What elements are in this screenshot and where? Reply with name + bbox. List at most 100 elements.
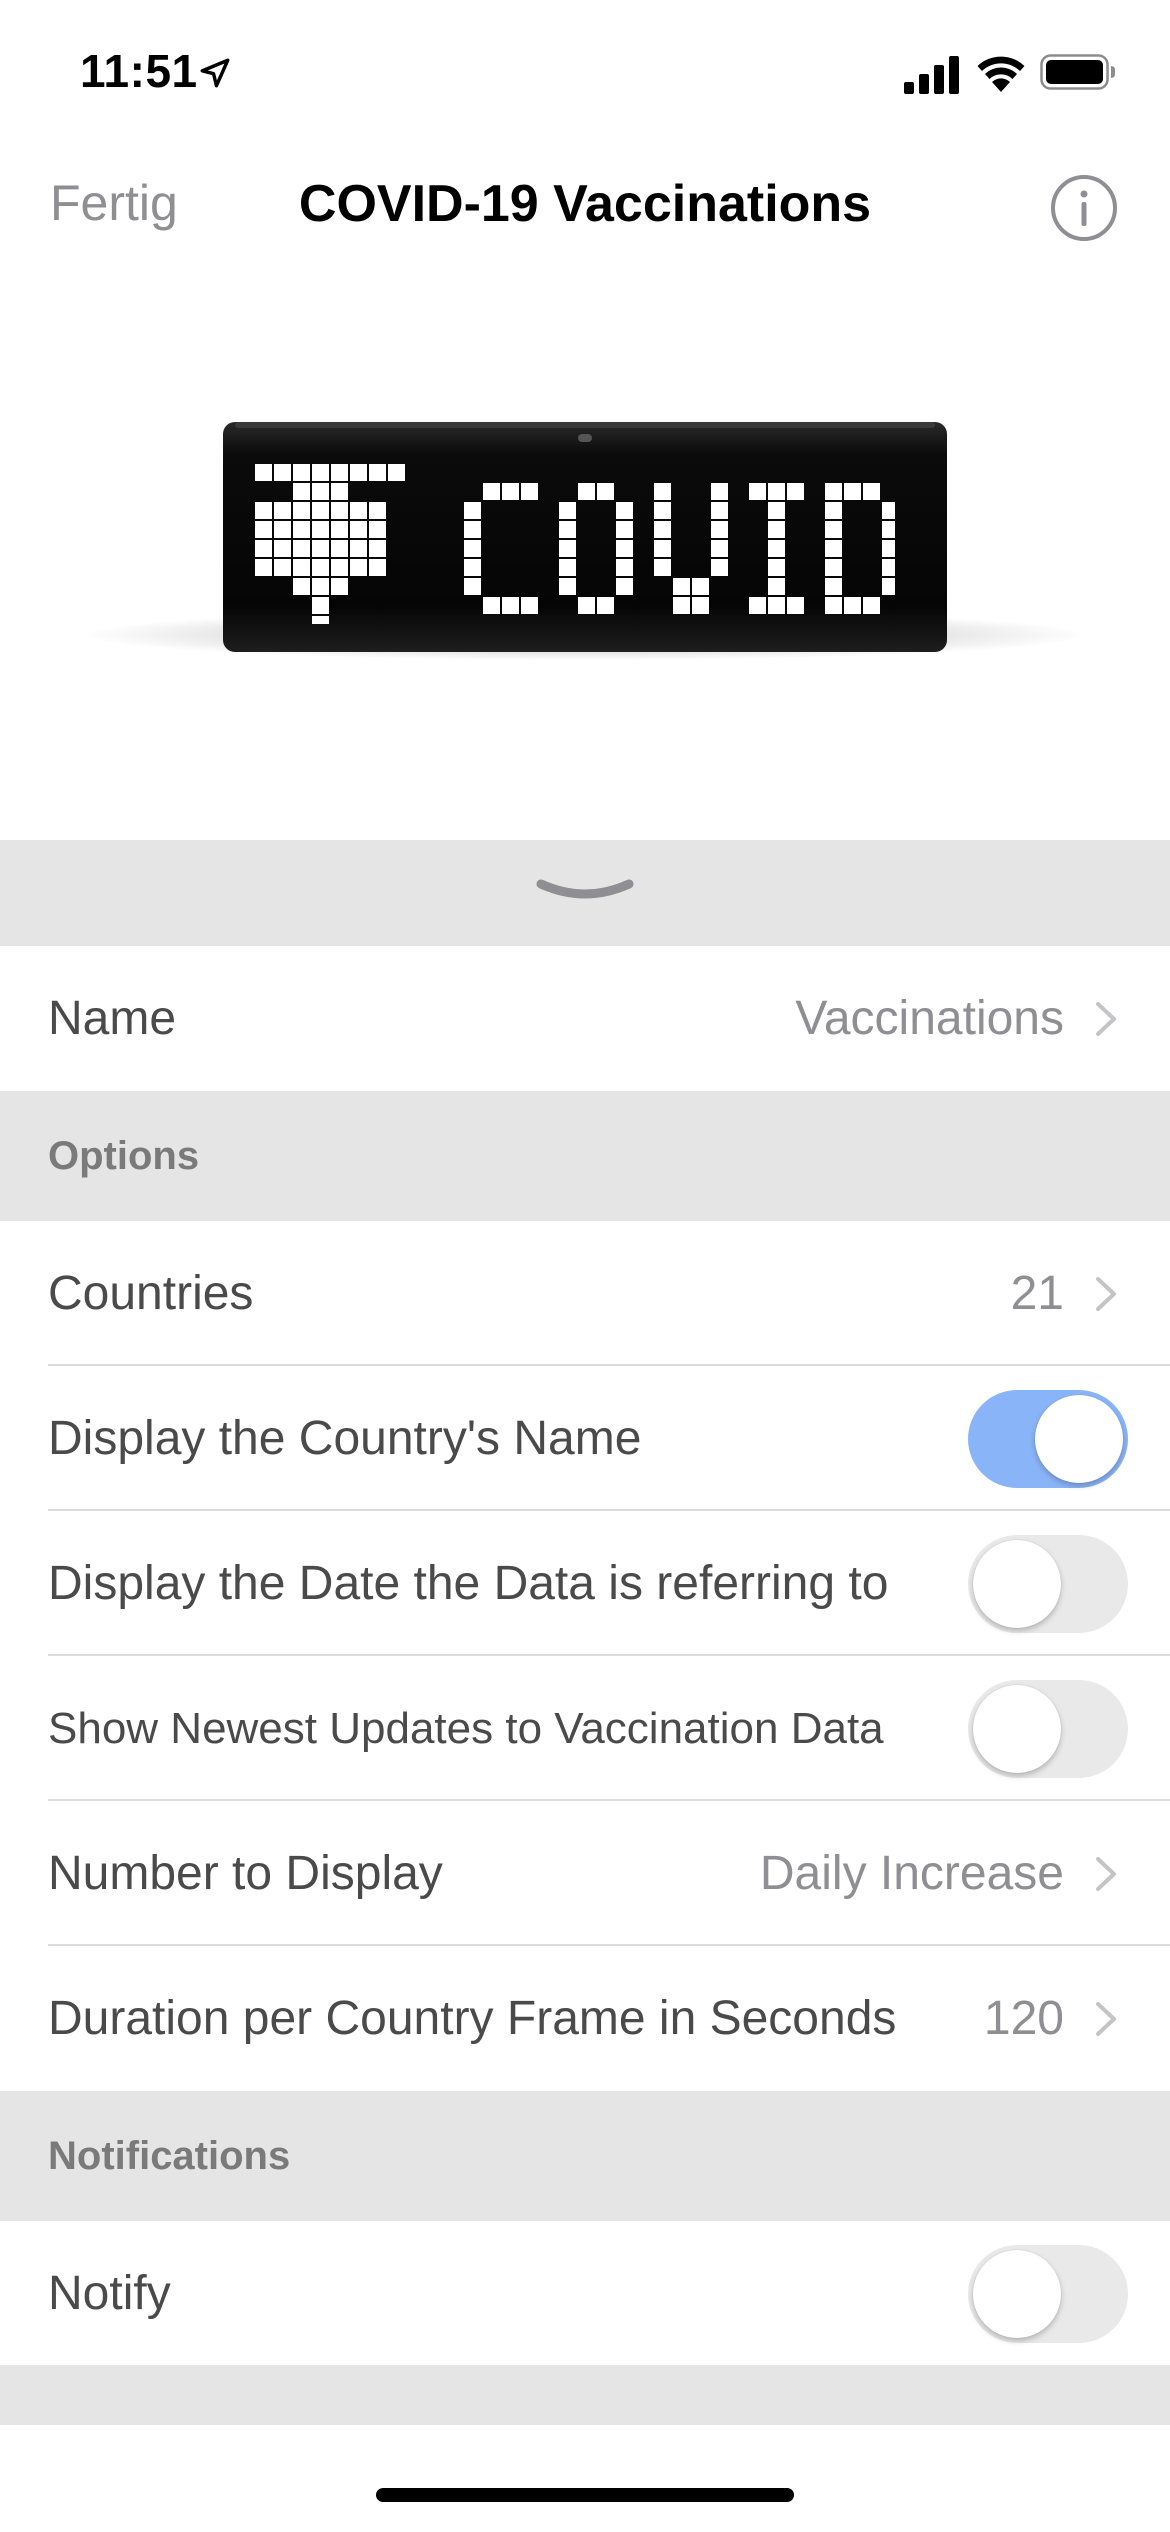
notify-toggle[interactable] bbox=[968, 2245, 1128, 2343]
chevron-down-icon bbox=[536, 879, 634, 899]
display-icon-pixel bbox=[255, 464, 272, 481]
display-icon-pixel bbox=[255, 502, 272, 519]
display-text-pixel bbox=[616, 578, 633, 595]
display-text-pixel bbox=[768, 597, 785, 614]
name-label: Name bbox=[48, 992, 177, 1045]
toggle-knob bbox=[973, 2250, 1061, 2338]
display-text-pixel bbox=[578, 483, 595, 500]
display-icon-pixel bbox=[293, 559, 310, 576]
duration-row[interactable]: Duration per Country Frame in Seconds 12… bbox=[0, 1946, 1170, 2091]
display-icon-pixel bbox=[312, 597, 329, 614]
display-text-pixel bbox=[483, 597, 500, 614]
display-text-pixel bbox=[464, 540, 481, 557]
display-text-pixel bbox=[616, 502, 633, 519]
battery-icon bbox=[1040, 54, 1115, 90]
display-text-pixel bbox=[711, 559, 728, 576]
display-text-pixel bbox=[844, 483, 861, 500]
display-text-pixel bbox=[559, 578, 576, 595]
name-row[interactable]: Name Vaccinations bbox=[0, 946, 1170, 1091]
display-text-pixel bbox=[616, 540, 633, 557]
display-icon-pixel bbox=[331, 483, 348, 500]
toggle-knob bbox=[973, 1540, 1061, 1628]
info-icon[interactable] bbox=[1050, 174, 1118, 242]
display-icon-pixel bbox=[350, 521, 367, 538]
display-icon-pixel bbox=[350, 502, 367, 519]
chevron-right-icon bbox=[1096, 1857, 1116, 1891]
display-icon-pixel bbox=[312, 464, 329, 481]
display-icon-pixel bbox=[274, 559, 291, 576]
display-icon-pixel bbox=[312, 540, 329, 557]
display-text-pixel bbox=[787, 597, 804, 614]
display-text-pixel bbox=[844, 597, 861, 614]
display-icon-pixel bbox=[312, 578, 329, 595]
toggle-knob bbox=[973, 1685, 1061, 1773]
display-text-pixel bbox=[464, 559, 481, 576]
lametric-device bbox=[223, 422, 947, 652]
display-text-pixel bbox=[825, 502, 842, 519]
countries-row[interactable]: Countries 21 bbox=[0, 1221, 1170, 1366]
display-icon-pixel bbox=[369, 540, 386, 557]
status-time: 11:51 bbox=[80, 45, 198, 97]
display-text-pixel bbox=[749, 483, 766, 500]
display-text-pixel bbox=[882, 540, 895, 557]
display-text-pixel bbox=[502, 483, 519, 500]
display-text-pixel bbox=[578, 597, 595, 614]
display-text-pixel bbox=[559, 540, 576, 557]
display-text-pixel bbox=[616, 521, 633, 538]
display-text-pixel bbox=[768, 540, 785, 557]
display-text-pixel bbox=[673, 597, 690, 614]
device-preview bbox=[0, 300, 1170, 840]
show-newest-updates-toggle[interactable] bbox=[968, 1680, 1128, 1778]
display-text-pixel bbox=[882, 578, 895, 595]
display-text-pixel bbox=[863, 483, 880, 500]
options-section-title: Options bbox=[48, 1134, 200, 1178]
display-text-pixel bbox=[768, 559, 785, 576]
number-to-display-label: Number to Display bbox=[48, 1847, 443, 1900]
display-icon-pixel bbox=[369, 559, 386, 576]
display-icon-pixel bbox=[369, 464, 386, 481]
display-text-pixel bbox=[825, 483, 842, 500]
device-top-edge bbox=[235, 422, 935, 428]
display-text-pixel bbox=[597, 483, 614, 500]
display-text-pixel bbox=[654, 483, 671, 500]
number-to-display-row[interactable]: Number to Display Daily Increase bbox=[0, 1801, 1170, 1946]
display-icon-pixel bbox=[274, 502, 291, 519]
display-text-pixel bbox=[882, 521, 895, 538]
display-text-pixel bbox=[559, 521, 576, 538]
display-text-pixel bbox=[654, 540, 671, 557]
chevron-right-icon bbox=[1096, 2002, 1116, 2036]
display-text-pixel bbox=[825, 540, 842, 557]
display-date-toggle[interactable] bbox=[968, 1535, 1128, 1633]
display-text-pixel bbox=[654, 521, 671, 538]
collapse-handle[interactable] bbox=[0, 840, 1170, 946]
display-icon-pixel bbox=[312, 521, 329, 538]
display-country-name-toggle[interactable] bbox=[968, 1390, 1128, 1488]
display-icon-pixel bbox=[293, 540, 310, 557]
display-text-pixel bbox=[692, 597, 709, 614]
countries-label: Countries bbox=[48, 1267, 254, 1320]
display-text-pixel bbox=[654, 502, 671, 519]
display-text-pixel bbox=[711, 483, 728, 500]
display-text-pixel bbox=[559, 559, 576, 576]
display-icon-pixel bbox=[293, 502, 310, 519]
number-to-display-value: Daily Increase bbox=[759, 1847, 1064, 1900]
display-icon-pixel bbox=[312, 502, 329, 519]
display-icon-pixel bbox=[274, 464, 291, 481]
display-text-pixel bbox=[825, 597, 842, 614]
duration-value: 120 bbox=[983, 1992, 1064, 2045]
show-newest-updates-row: Show Newest Updates to Vaccination Data bbox=[0, 1656, 1170, 1801]
location-arrow-icon bbox=[200, 58, 230, 88]
display-text-pixel bbox=[464, 578, 481, 595]
display-country-name-label: Display the Country's Name bbox=[48, 1412, 642, 1465]
display-icon-pixel bbox=[388, 464, 405, 481]
display-text-pixel bbox=[825, 521, 842, 538]
display-text-pixel bbox=[711, 540, 728, 557]
display-icon-pixel bbox=[293, 578, 310, 595]
toggle-knob bbox=[1035, 1395, 1123, 1483]
name-value: Vaccinations bbox=[795, 992, 1064, 1045]
notifications-section-header: Notifications bbox=[0, 2091, 1170, 2221]
display-text-pixel bbox=[521, 483, 538, 500]
display-icon-pixel bbox=[369, 521, 386, 538]
status-bar: 11:51 bbox=[0, 0, 1170, 150]
display-text-pixel bbox=[825, 578, 842, 595]
